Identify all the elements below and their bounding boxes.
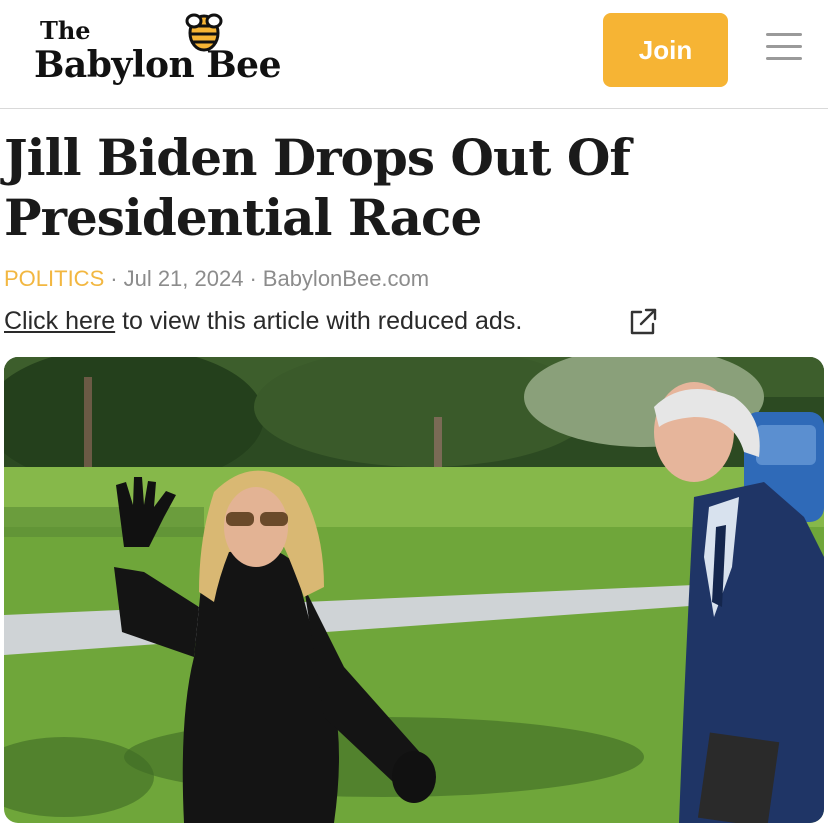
reduced-ads-notice: Click here to view this article with red… — [4, 307, 522, 336]
article-photo[interactable] — [4, 357, 824, 823]
menu-icon[interactable] — [766, 31, 802, 63]
photo-illustration — [4, 357, 824, 823]
meta-separator: · — [110, 266, 118, 291]
logo-main-text: Babylon Bee — [34, 44, 281, 86]
article-meta: POLITICS · Jul 21, 2024 · BabylonBee.com — [4, 266, 429, 292]
external-link-icon[interactable] — [627, 306, 659, 338]
article-headline: Jill Biden Drops Out Of Presidential Rac… — [4, 128, 631, 247]
article-source: BabylonBee.com — [262, 266, 430, 291]
category-link[interactable]: POLITICS — [4, 266, 104, 291]
article-date: Jul 21, 2024 — [123, 266, 244, 291]
site-header: The Babylon Bee Join — [0, 0, 828, 108]
site-logo[interactable]: The Babylon Bee — [34, 10, 304, 90]
reduced-ads-text: to view this article with reduced ads. — [115, 307, 523, 335]
header-divider — [0, 108, 828, 109]
meta-separator: · — [249, 266, 257, 291]
reduced-ads-link[interactable]: Click here — [4, 307, 115, 335]
logo-the-text: The — [40, 16, 91, 45]
join-button[interactable]: Join — [603, 13, 728, 87]
